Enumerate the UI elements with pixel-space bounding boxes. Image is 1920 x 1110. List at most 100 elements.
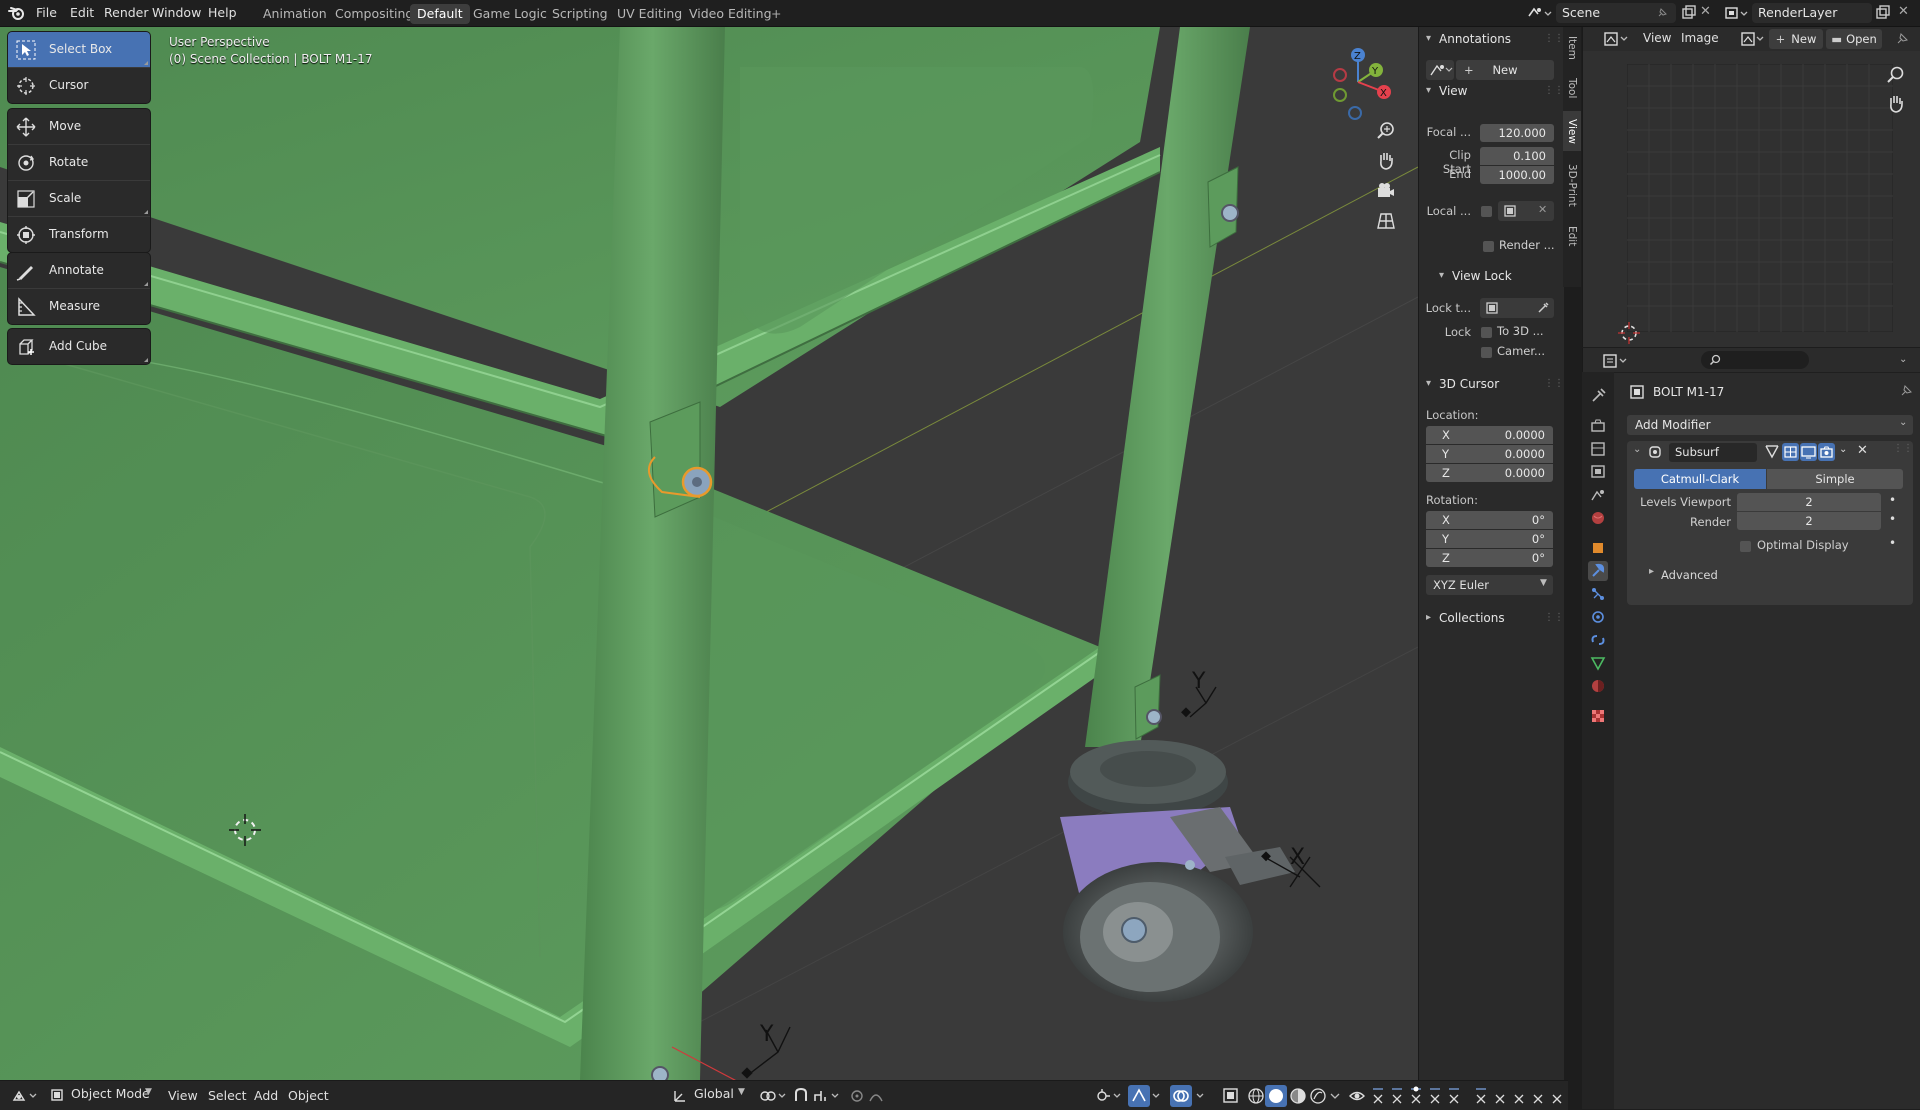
3d-cursor-panel-header[interactable]: ▾ 3D Cursor ⋮⋮ bbox=[1419, 373, 1564, 395]
view-layer-icon[interactable] bbox=[1722, 4, 1750, 22]
tab-tool[interactable]: Tool bbox=[1563, 71, 1581, 105]
tool-scale[interactable]: Scale bbox=[8, 180, 150, 216]
tool-expand-icon[interactable] bbox=[144, 358, 148, 362]
physics-tab-icon[interactable] bbox=[1588, 607, 1608, 627]
image-browse-icon[interactable] bbox=[1739, 30, 1767, 48]
snap-target-icon[interactable] bbox=[812, 1087, 842, 1105]
modifier-menu-chevron-icon[interactable]: ⌄ bbox=[1839, 444, 1853, 460]
zoom-icon[interactable] bbox=[1374, 119, 1398, 143]
tool-expand-icon[interactable] bbox=[144, 210, 148, 214]
tool-settings-tab-icon[interactable] bbox=[1588, 386, 1608, 406]
chevron-down-icon[interactable]: ⌄ bbox=[1899, 354, 1907, 365]
image-editor-menu-image[interactable]: Image bbox=[1681, 31, 1719, 45]
drag-handle-icon[interactable]: ⋮⋮ bbox=[1544, 607, 1564, 629]
image-editor[interactable]: View Image + New ▬ Open bbox=[1582, 27, 1920, 347]
image-open-button[interactable]: ▬ Open bbox=[1826, 29, 1882, 49]
drag-handle-icon[interactable]: ⋮⋮ bbox=[1544, 28, 1564, 50]
shading-rendered-icon[interactable] bbox=[1308, 1086, 1328, 1106]
tab-uv-editing[interactable]: UV Editing bbox=[610, 4, 689, 24]
chevron-right-icon[interactable]: ▸ bbox=[1649, 566, 1654, 577]
pin-icon[interactable] bbox=[1899, 384, 1913, 398]
blender-logo-icon[interactable] bbox=[8, 5, 26, 21]
pin-icon[interactable] bbox=[1895, 32, 1909, 46]
tab-scripting[interactable]: Scripting bbox=[545, 4, 615, 24]
modifier-name-field[interactable]: Subsurf bbox=[1669, 443, 1757, 462]
optimal-display-checkbox[interactable] bbox=[1740, 541, 1751, 552]
header-menu-select[interactable]: Select bbox=[208, 1086, 247, 1106]
lock-camera-checkbox[interactable] bbox=[1481, 347, 1492, 358]
snap-icon[interactable] bbox=[792, 1087, 812, 1105]
view-layer-field[interactable]: RenderLayer bbox=[1752, 3, 1872, 23]
lock-to-3d-cursor-checkbox[interactable] bbox=[1481, 327, 1492, 338]
object-mode-dropdown[interactable]: Object Mode ▼ bbox=[47, 1085, 157, 1106]
cursor-rotation-x[interactable]: X 0° bbox=[1426, 511, 1553, 529]
pin-icon[interactable] bbox=[1656, 7, 1668, 19]
tool-transform[interactable]: Transform bbox=[8, 216, 150, 252]
tab-default[interactable]: Default bbox=[410, 4, 470, 24]
header-menu-add[interactable]: Add bbox=[254, 1086, 278, 1106]
properties-search-input[interactable] bbox=[1701, 351, 1809, 369]
texture-tab-icon[interactable] bbox=[1588, 706, 1608, 726]
edit-mode-toggle-icon[interactable] bbox=[1763, 443, 1781, 461]
editor-type-icon[interactable] bbox=[10, 1086, 40, 1106]
shading-options-icon[interactable] bbox=[1328, 1089, 1342, 1103]
image-editor-type-icon[interactable] bbox=[1602, 30, 1632, 48]
render-toggle-icon[interactable] bbox=[1818, 443, 1835, 461]
on-cage-toggle-icon[interactable] bbox=[1782, 443, 1799, 461]
perspective-toggle-icon[interactable] bbox=[1374, 209, 1398, 233]
tool-select-box[interactable]: Select Box bbox=[8, 32, 150, 67]
clear-icon[interactable]: ✕ bbox=[1538, 203, 1547, 216]
shading-wireframe-icon[interactable] bbox=[1246, 1086, 1266, 1106]
proportional-edit-icon[interactable] bbox=[850, 1087, 890, 1105]
annotations-panel-header[interactable]: ▾ Annotations ⋮⋮ bbox=[1419, 28, 1564, 50]
tab-3d-print[interactable]: 3D-Print bbox=[1563, 157, 1581, 213]
scene-selector-icon[interactable] bbox=[1525, 4, 1553, 22]
eyedropper-icon[interactable] bbox=[1536, 301, 1550, 315]
pivot-point-icon[interactable] bbox=[758, 1087, 788, 1105]
viewport-gizmos-icon[interactable] bbox=[1094, 1087, 1124, 1105]
tool-cursor[interactable]: Cursor bbox=[8, 67, 150, 103]
add-modifier-dropdown[interactable]: Add Modifier ⌄ bbox=[1627, 415, 1913, 435]
view-panel-header[interactable]: ▾ View ⋮⋮ bbox=[1419, 80, 1564, 102]
new-scene-icon[interactable] bbox=[1680, 4, 1698, 22]
modifiers-tab-icon[interactable] bbox=[1588, 561, 1608, 581]
header-menu-object[interactable]: Object bbox=[288, 1086, 329, 1106]
object-data-tab-icon[interactable] bbox=[1588, 653, 1608, 673]
xray-icon[interactable] bbox=[1222, 1087, 1240, 1105]
drag-handle-icon[interactable]: ⋮⋮ bbox=[1544, 373, 1564, 395]
tool-move[interactable]: Move bbox=[8, 109, 150, 144]
3d-viewport[interactable]: Y X Y User Perspective (0) Scene Collect… bbox=[0, 27, 1418, 1080]
shading-solid-icon[interactable] bbox=[1265, 1085, 1287, 1107]
delete-scene-icon[interactable]: ✕ bbox=[1700, 5, 1714, 19]
render-region-checkbox[interactable] bbox=[1483, 241, 1494, 252]
scene-tab-icon[interactable] bbox=[1588, 485, 1608, 505]
tab-animation[interactable]: Animation bbox=[256, 4, 334, 24]
tool-rotate[interactable]: Rotate bbox=[8, 144, 150, 180]
navigation-gizmo[interactable]: Z Y X bbox=[1318, 37, 1398, 127]
lock-to-object-field[interactable] bbox=[1480, 298, 1554, 318]
tab-edit[interactable]: Edit bbox=[1563, 219, 1581, 253]
view-layer-tab-icon[interactable] bbox=[1588, 462, 1608, 482]
tab-game-logic[interactable]: Game Logic bbox=[466, 4, 554, 24]
pan-hand-icon[interactable] bbox=[1885, 93, 1907, 115]
pan-hand-icon[interactable] bbox=[1374, 149, 1398, 173]
local-camera-field[interactable]: ✕ bbox=[1498, 201, 1554, 221]
chevron-down-icon[interactable]: ⌄ bbox=[1633, 444, 1641, 455]
layer-toggles[interactable] bbox=[1370, 1085, 1565, 1107]
clip-start-field[interactable]: 0.100 bbox=[1480, 147, 1554, 165]
output-tab-icon[interactable] bbox=[1588, 439, 1608, 459]
cursor-rotation-z[interactable]: Z 0° bbox=[1426, 549, 1553, 567]
cursor-rotation-y[interactable]: Y 0° bbox=[1426, 530, 1553, 548]
view-lock-header[interactable]: ▾ View Lock bbox=[1419, 265, 1564, 287]
constraints-tab-icon[interactable] bbox=[1588, 630, 1608, 650]
header-menu-view[interactable]: View bbox=[168, 1086, 198, 1106]
tab-item[interactable]: Item bbox=[1563, 31, 1581, 65]
simple-button[interactable]: Simple bbox=[1767, 469, 1903, 489]
properties-type-icon[interactable] bbox=[1601, 352, 1631, 370]
tool-expand-icon[interactable] bbox=[144, 282, 148, 286]
rotation-mode-dropdown[interactable]: XYZ Euler ▼ bbox=[1426, 575, 1553, 595]
tool-annotate[interactable]: Annotate bbox=[8, 253, 150, 288]
drag-handle-icon[interactable]: ⋮⋮ bbox=[1893, 443, 1913, 454]
tool-add-cube[interactable]: Add Cube bbox=[8, 329, 150, 364]
tool-expand-icon[interactable] bbox=[144, 61, 148, 65]
